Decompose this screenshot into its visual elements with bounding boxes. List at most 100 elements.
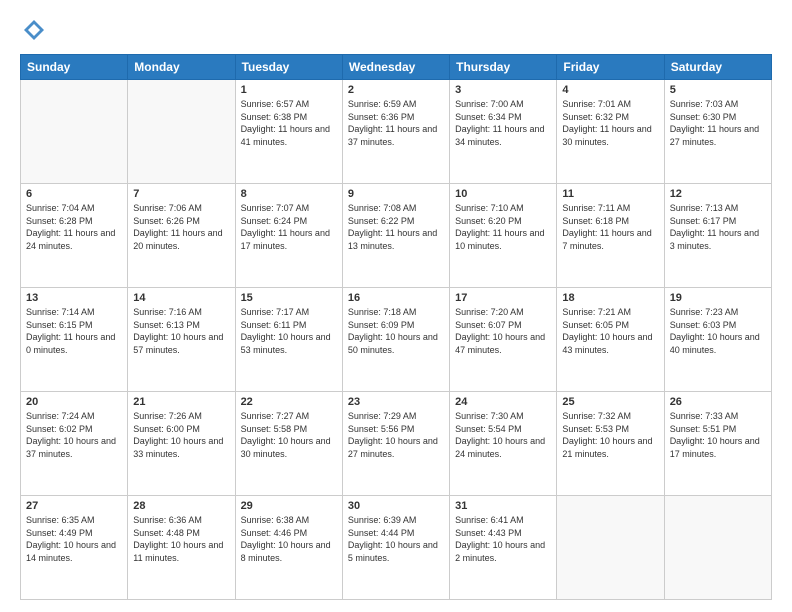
day-info: Sunrise: 7:26 AM Sunset: 6:00 PM Dayligh… bbox=[133, 410, 229, 460]
day-info: Sunrise: 7:27 AM Sunset: 5:58 PM Dayligh… bbox=[241, 410, 337, 460]
day-number: 19 bbox=[670, 292, 766, 304]
day-number: 18 bbox=[562, 292, 658, 304]
calendar-cell: 15Sunrise: 7:17 AM Sunset: 6:11 PM Dayli… bbox=[235, 288, 342, 392]
calendar-week-4: 27 Sunrise: 6:35 AM Sunset: 4:49 PM Dayli… bbox=[21, 496, 772, 600]
calendar-week-2: 13Sunrise: 7:14 AM Sunset: 6:15 PM Dayli… bbox=[21, 288, 772, 392]
day-info: Sunrise: 6:39 AM Sunset: 4:44 PM Dayligh… bbox=[348, 514, 444, 564]
calendar-header-wednesday: Wednesday bbox=[342, 55, 449, 80]
calendar-table: SundayMondayTuesdayWednesdayThursdayFrid… bbox=[20, 54, 772, 600]
calendar-cell: 18 Sunrise: 7:21 AM Sunset: 6:05 PM Dayli… bbox=[557, 288, 664, 392]
day-number: 7 bbox=[133, 188, 229, 200]
calendar-cell: 24 Sunrise: 7:30 AM Sunset: 5:54 PM Dayli… bbox=[450, 392, 557, 496]
day-number: 21 bbox=[133, 396, 229, 408]
day-number: 4 bbox=[562, 84, 658, 96]
calendar-header-sunday: Sunday bbox=[21, 55, 128, 80]
day-info: Sunrise: 7:00 AM Sunset: 6:34 PM Dayligh… bbox=[455, 98, 551, 148]
day-info: Sunrise: 7:07 AM Sunset: 6:24 PM Dayligh… bbox=[241, 202, 337, 252]
logo-icon bbox=[20, 16, 48, 44]
day-info: Sunrise: 7:06 AM Sunset: 6:26 PM Dayligh… bbox=[133, 202, 229, 252]
day-info: Sunrise: 7:21 AM Sunset: 6:05 PM Dayligh… bbox=[562, 306, 658, 356]
day-number: 11 bbox=[562, 188, 658, 200]
day-info: Sunrise: 7:10 AM Sunset: 6:20 PM Dayligh… bbox=[455, 202, 551, 252]
day-info: Sunrise: 7:16 AM Sunset: 6:13 PM Dayligh… bbox=[133, 306, 229, 356]
calendar-cell: 26 Sunrise: 7:33 AM Sunset: 5:51 PM Dayli… bbox=[664, 392, 771, 496]
day-info: Sunrise: 6:35 AM Sunset: 4:49 PM Dayligh… bbox=[26, 514, 122, 564]
day-info: Sunrise: 6:59 AM Sunset: 6:36 PM Dayligh… bbox=[348, 98, 444, 148]
day-info: Sunrise: 7:23 AM Sunset: 6:03 PM Dayligh… bbox=[670, 306, 766, 356]
calendar-cell: 21 Sunrise: 7:26 AM Sunset: 6:00 PM Dayli… bbox=[128, 392, 235, 496]
day-number: 16 bbox=[348, 292, 444, 304]
calendar-cell: 25 Sunrise: 7:32 AM Sunset: 5:53 PM Dayli… bbox=[557, 392, 664, 496]
calendar-cell bbox=[128, 80, 235, 184]
calendar-cell: 10 Sunrise: 7:10 AM Sunset: 6:20 PM Dayli… bbox=[450, 184, 557, 288]
day-info: Sunrise: 7:13 AM Sunset: 6:17 PM Dayligh… bbox=[670, 202, 766, 252]
calendar-cell: 9 Sunrise: 7:08 AM Sunset: 6:22 PM Daylig… bbox=[342, 184, 449, 288]
day-info: Sunrise: 6:57 AM Sunset: 6:38 PM Dayligh… bbox=[241, 98, 337, 148]
day-number: 17 bbox=[455, 292, 551, 304]
day-info: Sunrise: 7:29 AM Sunset: 5:56 PM Dayligh… bbox=[348, 410, 444, 460]
day-info: Sunrise: 7:30 AM Sunset: 5:54 PM Dayligh… bbox=[455, 410, 551, 460]
day-number: 9 bbox=[348, 188, 444, 200]
calendar-cell: 6 Sunrise: 7:04 AM Sunset: 6:28 PM Daylig… bbox=[21, 184, 128, 288]
day-number: 6 bbox=[26, 188, 122, 200]
day-info: Sunrise: 7:24 AM Sunset: 6:02 PM Dayligh… bbox=[26, 410, 122, 460]
calendar-week-1: 6 Sunrise: 7:04 AM Sunset: 6:28 PM Daylig… bbox=[21, 184, 772, 288]
day-number: 13 bbox=[26, 292, 122, 304]
day-info: Sunrise: 7:03 AM Sunset: 6:30 PM Dayligh… bbox=[670, 98, 766, 148]
day-number: 14 bbox=[133, 292, 229, 304]
calendar-cell: 12 Sunrise: 7:13 AM Sunset: 6:17 PM Dayli… bbox=[664, 184, 771, 288]
calendar-cell: 27 Sunrise: 6:35 AM Sunset: 4:49 PM Dayli… bbox=[21, 496, 128, 600]
header bbox=[20, 16, 772, 44]
day-number: 25 bbox=[562, 396, 658, 408]
day-info: Sunrise: 6:38 AM Sunset: 4:46 PM Dayligh… bbox=[241, 514, 337, 564]
calendar-cell: 3Sunrise: 7:00 AM Sunset: 6:34 PM Daylig… bbox=[450, 80, 557, 184]
calendar-cell: 31 Sunrise: 6:41 AM Sunset: 4:43 PM Dayli… bbox=[450, 496, 557, 600]
calendar-cell: 16 Sunrise: 7:18 AM Sunset: 6:09 PM Dayli… bbox=[342, 288, 449, 392]
day-info: Sunrise: 7:08 AM Sunset: 6:22 PM Dayligh… bbox=[348, 202, 444, 252]
calendar-cell bbox=[664, 496, 771, 600]
calendar-cell: 7 Sunrise: 7:06 AM Sunset: 6:26 PM Daylig… bbox=[128, 184, 235, 288]
day-number: 26 bbox=[670, 396, 766, 408]
calendar-week-3: 20Sunrise: 7:24 AM Sunset: 6:02 PM Dayli… bbox=[21, 392, 772, 496]
day-info: Sunrise: 6:41 AM Sunset: 4:43 PM Dayligh… bbox=[455, 514, 551, 564]
day-info: Sunrise: 7:20 AM Sunset: 6:07 PM Dayligh… bbox=[455, 306, 551, 356]
day-number: 22 bbox=[241, 396, 337, 408]
day-number: 10 bbox=[455, 188, 551, 200]
calendar-header-friday: Friday bbox=[557, 55, 664, 80]
calendar-cell: 4Sunrise: 7:01 AM Sunset: 6:32 PM Daylig… bbox=[557, 80, 664, 184]
day-number: 15 bbox=[241, 292, 337, 304]
day-info: Sunrise: 7:04 AM Sunset: 6:28 PM Dayligh… bbox=[26, 202, 122, 252]
day-number: 24 bbox=[455, 396, 551, 408]
calendar-cell: 22 Sunrise: 7:27 AM Sunset: 5:58 PM Dayli… bbox=[235, 392, 342, 496]
day-number: 31 bbox=[455, 500, 551, 512]
calendar-cell: 17 Sunrise: 7:20 AM Sunset: 6:07 PM Dayli… bbox=[450, 288, 557, 392]
day-number: 23 bbox=[348, 396, 444, 408]
calendar-cell: 20Sunrise: 7:24 AM Sunset: 6:02 PM Dayli… bbox=[21, 392, 128, 496]
calendar-cell: 14 Sunrise: 7:16 AM Sunset: 6:13 PM Dayli… bbox=[128, 288, 235, 392]
day-number: 8 bbox=[241, 188, 337, 200]
calendar-cell: 8 Sunrise: 7:07 AM Sunset: 6:24 PM Daylig… bbox=[235, 184, 342, 288]
calendar-cell: 5 Sunrise: 7:03 AM Sunset: 6:30 PM Daylig… bbox=[664, 80, 771, 184]
day-number: 29 bbox=[241, 500, 337, 512]
day-info: Sunrise: 7:32 AM Sunset: 5:53 PM Dayligh… bbox=[562, 410, 658, 460]
day-number: 5 bbox=[670, 84, 766, 96]
calendar-cell bbox=[557, 496, 664, 600]
calendar-cell: 2 Sunrise: 6:59 AM Sunset: 6:36 PM Daylig… bbox=[342, 80, 449, 184]
calendar-header-thursday: Thursday bbox=[450, 55, 557, 80]
day-info: Sunrise: 7:33 AM Sunset: 5:51 PM Dayligh… bbox=[670, 410, 766, 460]
day-number: 27 bbox=[26, 500, 122, 512]
day-info: Sunrise: 6:36 AM Sunset: 4:48 PM Dayligh… bbox=[133, 514, 229, 564]
calendar-cell: 30 Sunrise: 6:39 AM Sunset: 4:44 PM Dayli… bbox=[342, 496, 449, 600]
day-number: 2 bbox=[348, 84, 444, 96]
calendar-cell: 19 Sunrise: 7:23 AM Sunset: 6:03 PM Dayli… bbox=[664, 288, 771, 392]
day-number: 12 bbox=[670, 188, 766, 200]
calendar-cell: 28 Sunrise: 6:36 AM Sunset: 4:48 PM Dayli… bbox=[128, 496, 235, 600]
day-number: 30 bbox=[348, 500, 444, 512]
day-info: Sunrise: 7:18 AM Sunset: 6:09 PM Dayligh… bbox=[348, 306, 444, 356]
day-number: 28 bbox=[133, 500, 229, 512]
calendar-cell: 1Sunrise: 6:57 AM Sunset: 6:38 PM Daylig… bbox=[235, 80, 342, 184]
logo bbox=[20, 16, 52, 44]
calendar-cell: 13Sunrise: 7:14 AM Sunset: 6:15 PM Dayli… bbox=[21, 288, 128, 392]
calendar-header-tuesday: Tuesday bbox=[235, 55, 342, 80]
calendar-header-row: SundayMondayTuesdayWednesdayThursdayFrid… bbox=[21, 55, 772, 80]
